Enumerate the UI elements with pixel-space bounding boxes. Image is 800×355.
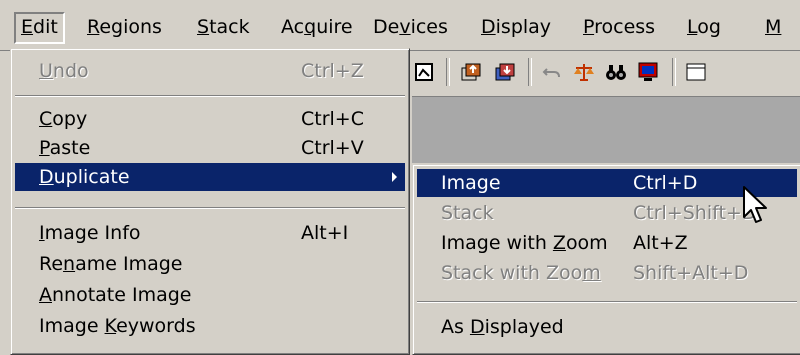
- submenu-item-stack-with-zoom[interactable]: Stack with Zoom Shift+Alt+D: [417, 259, 797, 287]
- stack-down-icon[interactable]: [494, 60, 518, 84]
- menu-display[interactable]: Display: [476, 14, 556, 40]
- menu-item-undo[interactable]: Undo Ctrl+Z: [15, 57, 405, 85]
- menu-log[interactable]: Log: [682, 14, 726, 40]
- menu-item-image-keywords[interactable]: Image Keywords: [15, 312, 405, 340]
- submenu-arrow-icon: [392, 172, 397, 182]
- menu-item-paste[interactable]: Paste Ctrl+V: [15, 134, 405, 162]
- shortcut: Alt+Z: [633, 232, 688, 254]
- edit-menu: Undo Ctrl+Z Copy Ctrl+C Paste Ctrl+V Dup…: [10, 48, 410, 355]
- menu-item-copy[interactable]: Copy Ctrl+C: [15, 105, 405, 133]
- menu-item-rename-image[interactable]: Rename Image: [15, 250, 405, 278]
- binoculars-icon[interactable]: [604, 60, 628, 84]
- toolbar-separator: [672, 58, 676, 86]
- menu-acquire[interactable]: Acquire: [276, 14, 358, 40]
- mouse-cursor-icon: [743, 186, 767, 223]
- submenu-item-image-with-zoom[interactable]: Image with Zoom Alt+Z: [417, 229, 797, 257]
- menu-more[interactable]: M: [760, 14, 786, 40]
- toolbar-separator: [528, 58, 532, 86]
- shortcut: Ctrl+C: [301, 108, 364, 130]
- submenu-item-stack[interactable]: Stack Ctrl+Shift+D: [417, 199, 797, 227]
- image-area: [412, 96, 800, 163]
- menu-separator: [15, 207, 405, 209]
- image-icon[interactable]: [412, 60, 436, 84]
- fs-icon[interactable]: [684, 60, 708, 84]
- menu-edit[interactable]: Edit: [14, 12, 65, 44]
- menu-process[interactable]: Process: [578, 14, 660, 40]
- submenu-item-as-displayed[interactable]: As Displayed: [417, 313, 797, 341]
- shortcut: Ctrl+V: [301, 137, 364, 159]
- menu-stack[interactable]: Stack: [192, 14, 255, 40]
- menu-item-annotate-image[interactable]: Annotate Image: [15, 281, 405, 309]
- undo-icon[interactable]: [540, 60, 564, 84]
- menu-bar: Edit Regions Stack Acquire Devices Displ…: [0, 0, 800, 51]
- shortcut: Ctrl+D: [633, 172, 698, 194]
- menu-separator: [417, 301, 797, 303]
- color-icon[interactable]: [636, 60, 660, 84]
- menu-regions[interactable]: Regions: [82, 14, 167, 40]
- menu-devices[interactable]: Devices: [368, 14, 453, 40]
- submenu-item-image[interactable]: Image Ctrl+D: [417, 169, 797, 197]
- shortcut: Shift+Alt+D: [633, 262, 749, 284]
- shortcut: Ctrl+Shift+D: [633, 202, 757, 224]
- toolbar-separator: [446, 58, 450, 86]
- stack-up-icon[interactable]: [460, 60, 484, 84]
- menu-separator: [15, 95, 405, 97]
- menu-item-duplicate[interactable]: Duplicate: [15, 163, 405, 191]
- shortcut: Ctrl+Z: [301, 60, 364, 82]
- menu-item-image-info[interactable]: Image Info Alt+I: [15, 219, 405, 247]
- balance-icon[interactable]: [572, 60, 596, 84]
- shortcut: Alt+I: [301, 222, 349, 244]
